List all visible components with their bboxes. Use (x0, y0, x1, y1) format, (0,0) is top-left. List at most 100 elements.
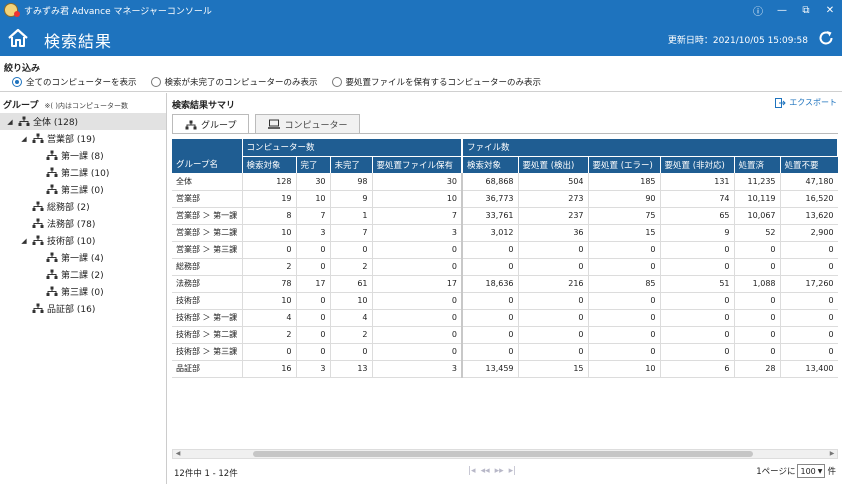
cell-value: 18,636 (462, 275, 519, 293)
cell-value: 15 (518, 360, 589, 378)
cell-value: 0 (734, 241, 781, 259)
cell-value: 11,235 (734, 173, 781, 191)
export-button[interactable]: エクスポート (775, 97, 837, 108)
home-icon[interactable] (7, 27, 29, 49)
table-row[interactable]: 法務部 78 17 61 17 18,636 216 85 51 1,088 17,260 (172, 275, 838, 293)
tree-node[interactable]: 第三課 (0) (0, 283, 166, 300)
table-row[interactable]: 営業部 19 10 9 10 36,773 273 90 74 10,119 16,520 (172, 190, 838, 208)
per-page-select[interactable]: 100 ▼ (797, 464, 826, 478)
restore-button[interactable]: ⧉ (794, 0, 818, 20)
cell-value: 13,459 (462, 360, 519, 378)
horizontal-scrollbar[interactable]: ◀ ▶ (172, 449, 838, 459)
expand-toggle-icon[interactable]: ◢ (6, 118, 14, 126)
groups-title: グループ (3, 101, 39, 111)
column-header[interactable]: 要処置 (検出) (518, 156, 589, 173)
cell-value: 8 (242, 207, 297, 225)
table-row[interactable]: 品証部 16 3 13 3 13,459 15 10 6 28 13,400 (172, 360, 838, 378)
expand-toggle-icon[interactable]: ◢ (20, 237, 28, 245)
group-icon (185, 120, 197, 129)
close-button[interactable]: ✕ (818, 0, 842, 20)
cell-group-name: 営業部 ＞ 第三課 (172, 241, 243, 259)
column-header[interactable]: 検索対象 (242, 156, 297, 173)
table-row[interactable]: 全体 128 30 98 30 68,868 504 185 131 11,235 47,180 (172, 173, 838, 191)
cell-value: 0 (462, 292, 519, 310)
record-count: 12件中 1 - 12件 (174, 469, 238, 479)
cell-value: 0 (296, 343, 331, 361)
group-icon (32, 133, 44, 144)
tree-node-label: 第一課 (4) (61, 254, 104, 264)
page-title: 検索結果 (44, 32, 113, 51)
cell-value: 10 (372, 190, 464, 208)
cell-value: 98 (330, 173, 373, 191)
table-row[interactable]: 営業部 ＞ 第一課 8 7 1 7 33,761 237 75 65 10,067 13,620 (172, 207, 838, 225)
table-row[interactable]: 技術部 ＞ 第三課 0 0 0 0 0 0 0 0 0 0 (172, 343, 838, 361)
tree-node-label: 全体 (128) (33, 118, 79, 128)
tree-node[interactable]: 第二課 (2) (0, 266, 166, 283)
next-page-icon[interactable]: ▸▸ (495, 466, 504, 476)
cell-value: 16,520 (780, 190, 838, 208)
cell-value: 10 (330, 292, 373, 310)
column-header[interactable]: 要処置 (エラー) (588, 156, 661, 173)
expand-toggle-icon[interactable]: ◢ (20, 135, 28, 143)
tree-node[interactable]: 第一課 (4) (0, 249, 166, 266)
table-row[interactable]: 営業部 ＞ 第三課 0 0 0 0 0 0 0 0 0 0 (172, 241, 838, 259)
filter-option-all[interactable]: 全てのコンピューターを表示 (12, 76, 137, 88)
updated-timestamp: 更新日時：2021/10/05 15:09:58 (667, 36, 808, 46)
tree-node-label: 総務部 (2) (47, 203, 90, 213)
column-header[interactable]: 要処置 (非対応) (660, 156, 735, 173)
scroll-right-icon[interactable]: ▶ (827, 450, 837, 458)
refresh-icon[interactable] (817, 29, 835, 47)
column-header[interactable]: 検索対象 (462, 156, 519, 173)
cell-group-name: 営業部 ＞ 第一課 (172, 207, 243, 225)
cell-value: 128 (242, 173, 297, 191)
tab-group[interactable]: グループ (172, 114, 250, 134)
column-header[interactable]: 未完了 (330, 156, 373, 173)
cell-value: 0 (296, 241, 331, 259)
column-header[interactable]: 処置済 (734, 156, 781, 173)
scrollbar-thumb[interactable] (253, 451, 753, 457)
header-group-name[interactable]: グループ名 (172, 139, 243, 173)
cell-value: 0 (734, 309, 781, 327)
tree-node[interactable]: 第一課 (8) (0, 147, 166, 164)
filter-option-incomplete[interactable]: 検索が未完了のコンピューターのみ表示 (150, 76, 318, 88)
column-header[interactable]: 処置不要 (780, 156, 838, 173)
cell-value: 33,761 (462, 207, 519, 225)
table-row[interactable]: 営業部 ＞ 第二課 10 3 7 3 3,012 36 15 9 52 2,900 (172, 224, 838, 242)
tab-computer[interactable]: コンピューター (255, 114, 361, 133)
header-files: ファイル数 (462, 139, 838, 157)
cell-group-name: 法務部 (172, 275, 243, 293)
cell-value: 3 (372, 224, 464, 242)
cell-value: 0 (734, 343, 781, 361)
tree-node[interactable]: 法務部 (78) (0, 215, 166, 232)
table-row[interactable]: 技術部 10 0 10 0 0 0 0 0 0 0 (172, 292, 838, 310)
table-row[interactable]: 総務部 2 0 2 0 0 0 0 0 0 0 (172, 258, 838, 276)
column-header[interactable]: 要処置ファイル保有 (372, 156, 464, 173)
last-page-icon[interactable]: ▸| (509, 466, 517, 476)
summary-panel: 検索結果サマリ エクスポート グループ コンピューター グループ名 コンピュータ… (168, 93, 842, 484)
cell-value: 0 (660, 309, 735, 327)
column-header[interactable]: 完了 (296, 156, 331, 173)
tree-node[interactable]: 第二課 (10) (0, 164, 166, 181)
cell-value: 0 (462, 343, 519, 361)
first-page-icon[interactable]: |◂ (468, 466, 476, 476)
cell-value: 75 (588, 207, 661, 225)
table-row[interactable]: 技術部 ＞ 第二課 2 0 2 0 0 0 0 0 0 0 (172, 326, 838, 344)
prev-page-icon[interactable]: ◂◂ (481, 466, 490, 476)
tree-node[interactable]: 第三課 (0) (0, 181, 166, 198)
info-icon[interactable]: ⓘ (746, 0, 770, 20)
cell-value: 0 (518, 326, 589, 344)
tree-node[interactable]: 品証部 (16) (0, 300, 166, 317)
per-page: 1ページに 100 ▼ 件 (756, 464, 836, 478)
cell-value: 0 (588, 241, 661, 259)
filter-option-needs-action[interactable]: 要処置ファイルを保有するコンピューターのみ表示 (331, 76, 541, 88)
tree-node[interactable]: 総務部 (2) (0, 198, 166, 215)
cell-group-name: 技術部 ＞ 第三課 (172, 343, 243, 361)
tree-node[interactable]: ◢ 全体 (128) (0, 113, 166, 130)
scroll-left-icon[interactable]: ◀ (173, 450, 183, 458)
minimize-button[interactable]: — (770, 0, 794, 20)
cell-value: 0 (372, 343, 464, 361)
tree-node[interactable]: ◢ 技術部 (10) (0, 232, 166, 249)
tree-node[interactable]: ◢ 営業部 (19) (0, 130, 166, 147)
cell-value: 0 (518, 292, 589, 310)
table-row[interactable]: 技術部 ＞ 第一課 4 0 4 0 0 0 0 0 0 0 (172, 309, 838, 327)
